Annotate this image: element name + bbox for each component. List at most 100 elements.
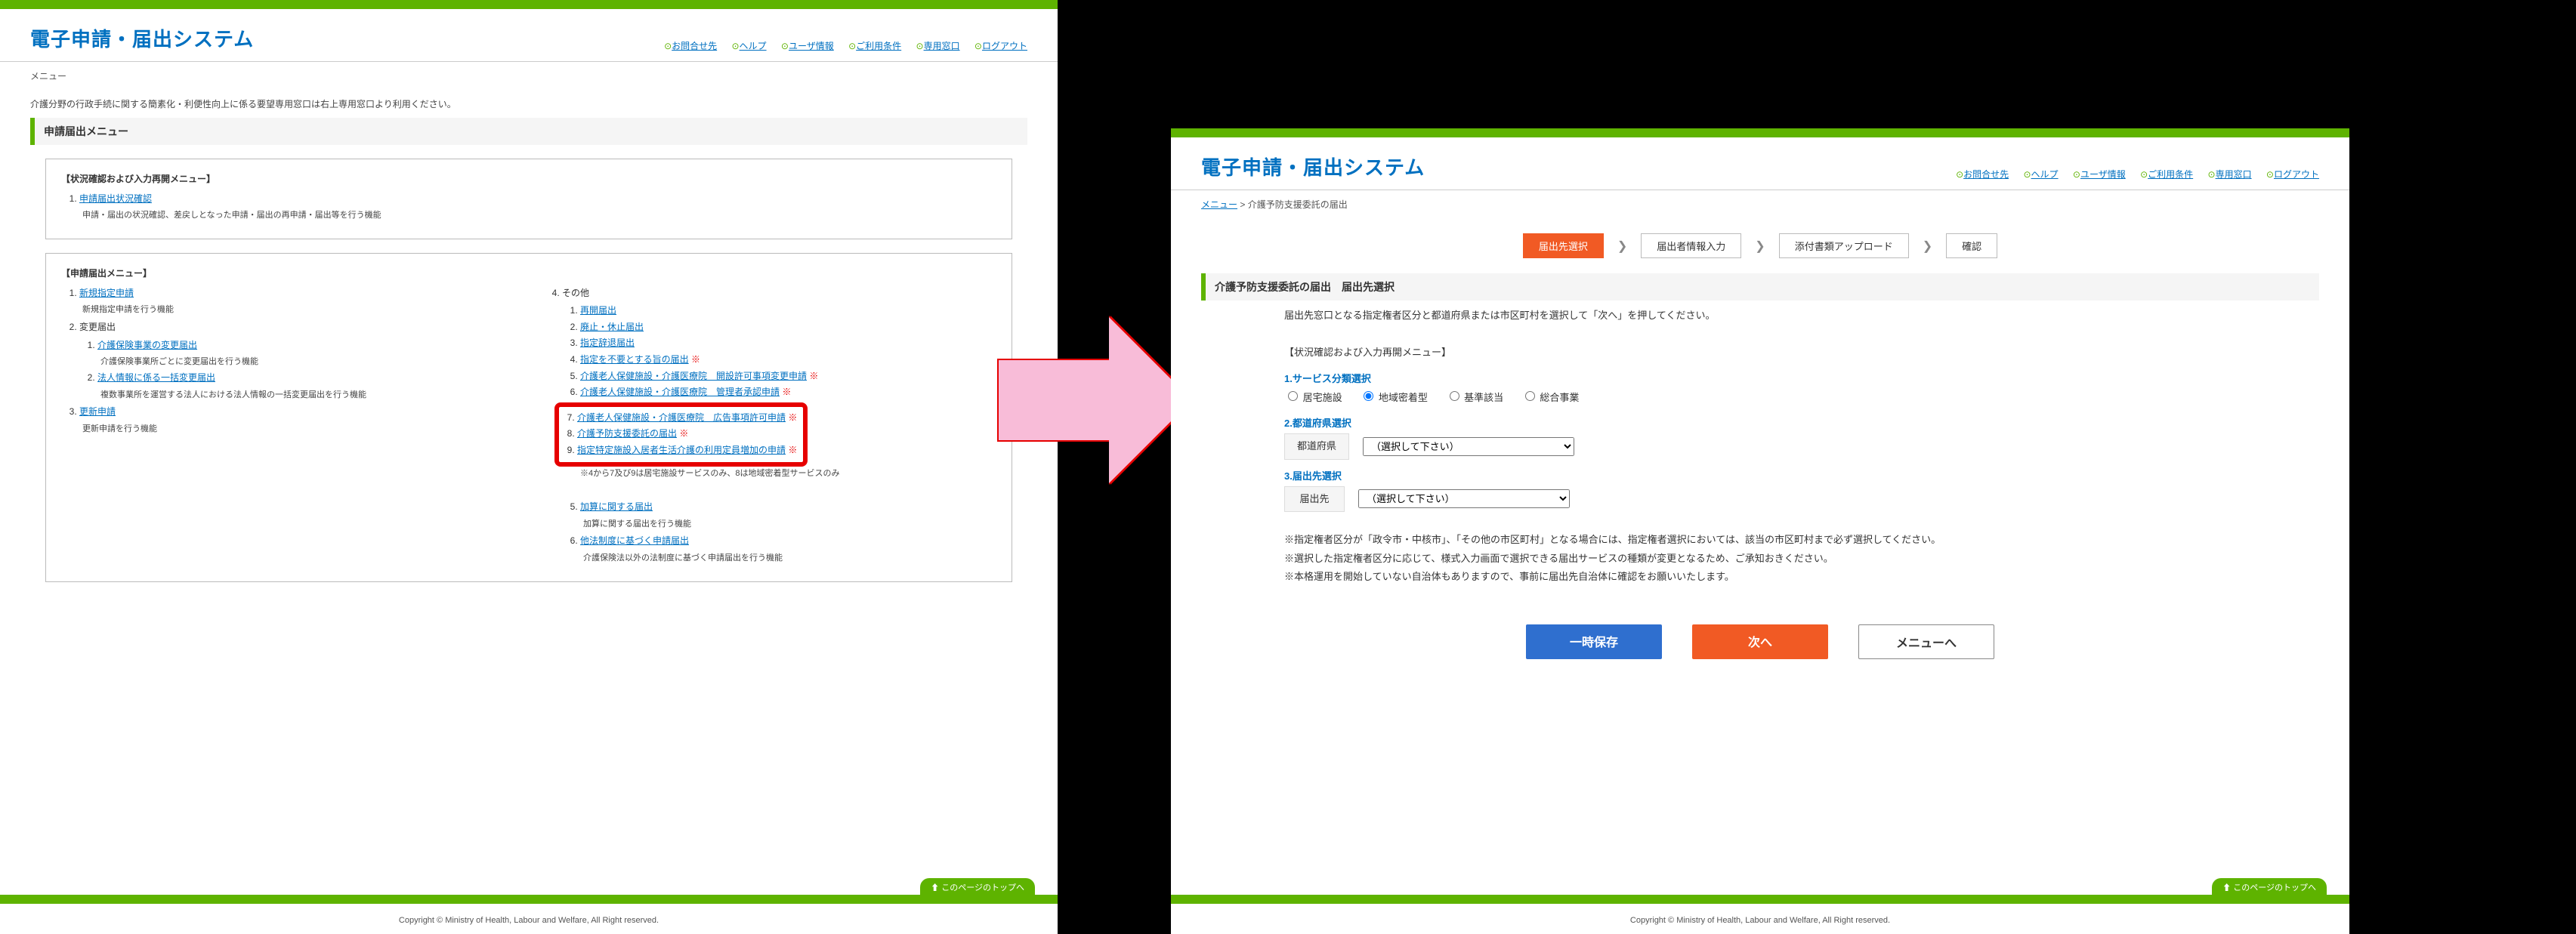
change-biz-link[interactable]: 介護保険事業の変更届出 [97, 340, 197, 350]
link-contact[interactable]: お問合せ先 [1956, 169, 2009, 180]
menu-right-col: その他 再開届出 廃止・休止届出 指定辞退届出 指定を不要とする旨の届出 ※ 介… [544, 282, 996, 569]
link-terms[interactable]: ご利用条件 [848, 41, 901, 51]
breadcrumb: メニュー > 介護予防支援委託の届出 [1171, 190, 2349, 218]
manager-approve-link[interactable]: 介護老人保健施設・介護医療院 管理者承認申請 [580, 387, 780, 397]
step-submitter[interactable]: 届出者情報入力 [1641, 233, 1741, 258]
radio-residential[interactable]: 居宅施設 [1284, 392, 1342, 403]
change-biz-desc: 介護保険事業所ごとに変更届出を行う機能 [100, 357, 258, 366]
app-title: 電子申請・届出システム [1201, 153, 1425, 180]
capacity-increase-link[interactable]: 指定特定施設入居者生活介護の利用定員増加の申請 [577, 445, 786, 455]
renew-apply-link[interactable]: 更新申請 [79, 406, 116, 417]
step-upload[interactable]: 添付書類アップロード [1779, 233, 1909, 258]
section-heading: 介護予防支援委託の届出 届出先選択 [1201, 273, 2319, 301]
open-permit-link[interactable]: 介護老人保健施設・介護医療院 開設許可事項変更申請 [580, 371, 807, 381]
addition-link[interactable]: 加算に関する届出 [580, 501, 653, 512]
renew-apply-desc: 更新申請を行う機能 [82, 424, 157, 433]
link-terms[interactable]: ご利用条件 [2140, 169, 2193, 180]
link-logout[interactable]: ログアウト [974, 41, 1027, 51]
back-to-top-button[interactable]: このページのトップへ [920, 878, 1035, 896]
note-mark: ※ [788, 412, 797, 423]
step-destination[interactable]: 届出先選択 [1523, 233, 1604, 258]
prefecture-label: 都道府県 [1284, 433, 1349, 460]
breadcrumb-tail: > 介護予防支援委託の届出 [1237, 199, 1348, 210]
transition-arrow-icon [997, 317, 1194, 483]
header: 電子申請・届出システム お問合せ先 ヘルプ ユーザ情報 ご利用条件 専用窓口 ロ… [1171, 137, 2349, 190]
notice-text: 介護分野の行政手続に関する簡素化・利便性向上に係る要望専用窓口は右上専用窓口より… [0, 90, 1058, 110]
screen-destination-select: 電子申請・届出システム お問合せ先 ヘルプ ユーザ情報 ご利用条件 専用窓口 ロ… [1171, 128, 2349, 934]
action-buttons: 一時保存 次へ メニューへ [1171, 602, 2349, 704]
note-3: ※本格運用を開始していない自治体もありますので、事前に届出先自治体に確認をお願い… [1284, 568, 2236, 587]
status-check-desc: 申請・届出の状況確認、差戻しとなった申請・届出の再申請・届出等を行う機能 [82, 211, 381, 220]
q2-label: 2.都道府県選択 [1284, 415, 2236, 433]
service-class-radios: 居宅施設 地域密着型 基準該当 総合事業 [1284, 389, 2236, 408]
note-mark: ※ [679, 428, 688, 439]
app-title: 電子申請・届出システム [30, 24, 254, 52]
prevention-delegate-link[interactable]: 介護予防支援委託の届出 [577, 428, 677, 439]
copyright: Copyright © Ministry of Health, Labour a… [0, 916, 1058, 925]
save-draft-button[interactable]: 一時保存 [1526, 624, 1662, 659]
screen-menu: 電子申請・届出システム お問合せ先 ヘルプ ユーザ情報 ご利用条件 専用窓口 ロ… [0, 0, 1058, 934]
note-mark: ※ [782, 387, 791, 397]
radio-comprehensive[interactable]: 総合事業 [1521, 392, 1580, 403]
destination-select[interactable]: （選択して下さい） [1358, 489, 1570, 508]
top-accent-bar [1171, 128, 2349, 137]
link-special[interactable]: 専用窓口 [916, 41, 960, 51]
link-special[interactable]: 専用窓口 [2208, 169, 2252, 180]
status-heading: 【状況確認および入力再開メニュー】 [61, 171, 996, 188]
breadcrumb-menu-link[interactable]: メニュー [1201, 199, 1237, 210]
abolish-link[interactable]: 廃止・休止届出 [580, 322, 644, 332]
chevron-right-icon: ❯ [1617, 239, 1627, 254]
change-corp-link[interactable]: 法人情報に係る一括変更届出 [97, 372, 215, 383]
section-heading: 申請届出メニュー [30, 118, 1027, 145]
decline-link[interactable]: 指定辞退届出 [580, 338, 635, 348]
bottom-accent-bar [1171, 895, 2349, 904]
step-confirm[interactable]: 確認 [1946, 233, 1997, 258]
link-userinfo[interactable]: ユーザ情報 [2073, 169, 2126, 180]
otherlaw-desc: 介護保険法以外の法制度に基づく申請届出を行う機能 [583, 553, 783, 563]
note-2: ※選択した指定権者区分に応じて、様式入力画面で選択できる届出サービスの種類が変更… [1284, 550, 2236, 569]
copyright: Copyright © Ministry of Health, Labour a… [1171, 916, 2349, 925]
unnecessary-link[interactable]: 指定を不要とする旨の届出 [580, 354, 689, 365]
addition-desc: 加算に関する届出を行う機能 [583, 519, 691, 529]
header-links: お問合せ先 ヘルプ ユーザ情報 ご利用条件 専用窓口 ログアウト [1944, 168, 2319, 180]
q3-label: 3.届出先選択 [1284, 467, 2236, 486]
chevron-right-icon: ❯ [1923, 239, 1932, 254]
radio-standard[interactable]: 基準該当 [1446, 392, 1504, 403]
link-contact[interactable]: お問合せ先 [664, 41, 717, 51]
lead-text: 届出先窓口となる指定権者区分と都道府県または市区町村を選択して「次へ」を押してく… [1284, 307, 2236, 325]
back-to-top-button[interactable]: このページのトップへ [2212, 878, 2327, 896]
status-heading: 【状況確認および入力再開メニュー】 [1284, 344, 2236, 362]
link-userinfo[interactable]: ユーザ情報 [781, 41, 834, 51]
next-button[interactable]: 次へ [1692, 624, 1828, 659]
destination-label: 届出先 [1284, 486, 1345, 513]
otherlaw-link[interactable]: 他法制度に基づく申請届出 [580, 535, 689, 546]
q1-label: 1.サービス分類選択 [1284, 370, 2236, 389]
other-label: その他 [562, 288, 589, 298]
resume-link[interactable]: 再開届出 [580, 305, 616, 316]
new-apply-link[interactable]: 新規指定申請 [79, 288, 134, 298]
menu-heading: 【申請届出メニュー】 [61, 266, 996, 282]
note-1: ※指定権者区分が「政令市・中核市」、「その他の市区町村」となる場合には、指定権者… [1284, 531, 2236, 550]
status-check-link[interactable]: 申請届出状況確認 [79, 193, 152, 204]
change-label: 変更届出 [79, 322, 116, 332]
breadcrumb: メニュー [0, 62, 1058, 90]
form-area: 届出先窓口となる指定権者区分と都道府県または市区町村を選択して「次へ」を押してく… [1171, 301, 2349, 602]
wizard-steps: 届出先選択 ❯ 届出者情報入力 ❯ 添付書類アップロード ❯ 確認 [1171, 218, 2349, 273]
menu-left-col: 新規指定申請 新規指定申請を行う機能 変更届出 介護保険事業の変更届出 介護保険… [61, 282, 514, 569]
link-help[interactable]: ヘルプ [2023, 169, 2058, 180]
note-mark: ※ [809, 371, 818, 381]
menu-box: 【申請届出メニュー】 新規指定申請 新規指定申請を行う機能 変更届出 介護保険事… [45, 253, 1012, 582]
link-help[interactable]: ヘルプ [731, 41, 766, 51]
bottom-accent-bar [0, 895, 1058, 904]
radio-community[interactable]: 地域密着型 [1360, 392, 1428, 403]
header-links: お問合せ先 ヘルプ ユーザ情報 ご利用条件 専用窓口 ログアウト [652, 39, 1027, 52]
header: 電子申請・届出システム お問合せ先 ヘルプ ユーザ情報 ご利用条件 専用窓口 ロ… [0, 9, 1058, 62]
menu-button[interactable]: メニューへ [1858, 624, 1994, 659]
highlight-box: 介護老人保健施設・介護医療院 広告事項許可申請 ※ 介護予防支援委託の届出 ※ … [554, 402, 808, 467]
other-desc: ※4から7及び9は居宅施設サービスのみ、8は地域密着型サービスのみ [580, 467, 996, 482]
prefecture-select[interactable]: （選択して下さい） [1363, 437, 1574, 456]
chevron-right-icon: ❯ [1755, 239, 1765, 254]
ad-permit-link[interactable]: 介護老人保健施設・介護医療院 広告事項許可申請 [577, 412, 786, 423]
link-logout[interactable]: ログアウト [2266, 169, 2319, 180]
note-mark: ※ [691, 354, 700, 365]
